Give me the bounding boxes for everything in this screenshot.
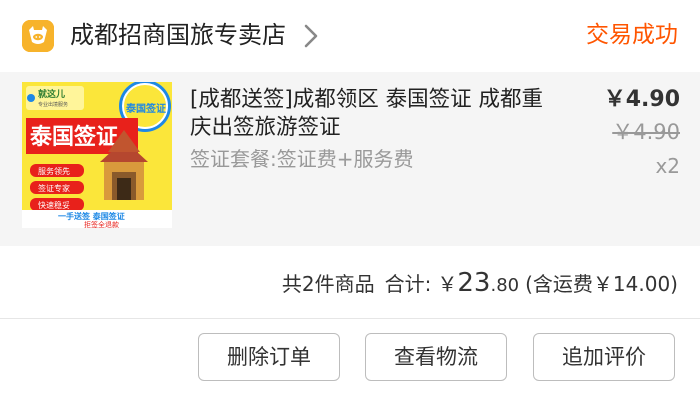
order-card: 成都招商国旅专卖店 交易成功 就这儿 专业出境服务 泰国签证 泰国签证 服务领先… bbox=[0, 0, 700, 402]
price-original: ￥4.90 bbox=[612, 120, 680, 144]
total-label: 合计: bbox=[384, 272, 432, 296]
order-header[interactable]: 成都招商国旅专卖店 交易成功 bbox=[0, 0, 700, 72]
chevron-right-icon[interactable] bbox=[300, 22, 322, 50]
thumb-footer-2: 拒签全退款 bbox=[84, 220, 119, 228]
store-logo-icon bbox=[22, 20, 54, 52]
total-decimal: .80 bbox=[490, 275, 520, 296]
thumb-footer-1: 一手送签 泰国签证 bbox=[58, 211, 125, 221]
order-status: 交易成功 bbox=[586, 22, 678, 48]
order-actions: 删除订单 查看物流 追加评价 bbox=[0, 319, 700, 402]
thumb-headline: 泰国签证 bbox=[29, 124, 118, 150]
order-summary: 共2件商品 合计: ￥23.80 (含运费￥14.00) bbox=[0, 246, 700, 319]
add-review-button[interactable]: 追加评价 bbox=[533, 333, 675, 381]
thumb-brand-sub: 专业出境服务 bbox=[38, 101, 68, 108]
shipping-fee: (含运费￥14.00) bbox=[525, 272, 678, 296]
product-title[interactable]: [成都送签]成都领区 泰国签证 成都重庆出签旅游签证 bbox=[190, 86, 560, 142]
total-integer: 23 bbox=[457, 268, 491, 298]
thumb-brand: 就这儿 bbox=[38, 88, 65, 100]
thumb-bullet-3: 快速稳妥 bbox=[38, 200, 70, 210]
product-item[interactable]: 就这儿 专业出境服务 泰国签证 泰国签证 服务领先 签证专家 快速稳妥 一手送签… bbox=[0, 72, 700, 246]
store-name[interactable]: 成都招商国旅专卖店 bbox=[70, 17, 286, 53]
delete-order-button[interactable]: 删除订单 bbox=[198, 333, 340, 381]
thumb-badge: 泰国签证 bbox=[125, 102, 166, 115]
price-current: ￥4.90 bbox=[603, 87, 680, 112]
currency-symbol: ￥ bbox=[437, 272, 458, 296]
view-logistics-button[interactable]: 查看物流 bbox=[365, 333, 507, 381]
product-sku: 签证套餐:签证费+服务费 bbox=[190, 147, 414, 171]
thumb-bullet-2: 签证专家 bbox=[38, 183, 70, 193]
product-thumbnail[interactable]: 就这儿 专业出境服务 泰国签证 泰国签证 服务领先 签证专家 快速稳妥 一手送签… bbox=[22, 82, 172, 228]
thumb-bullet-1: 服务领先 bbox=[38, 166, 70, 176]
summary-line: 共2件商品 合计: ￥23.80 (含运费￥14.00) bbox=[282, 268, 678, 301]
items-count: 共2件商品 bbox=[281, 272, 375, 296]
product-quantity: x2 bbox=[655, 154, 680, 178]
